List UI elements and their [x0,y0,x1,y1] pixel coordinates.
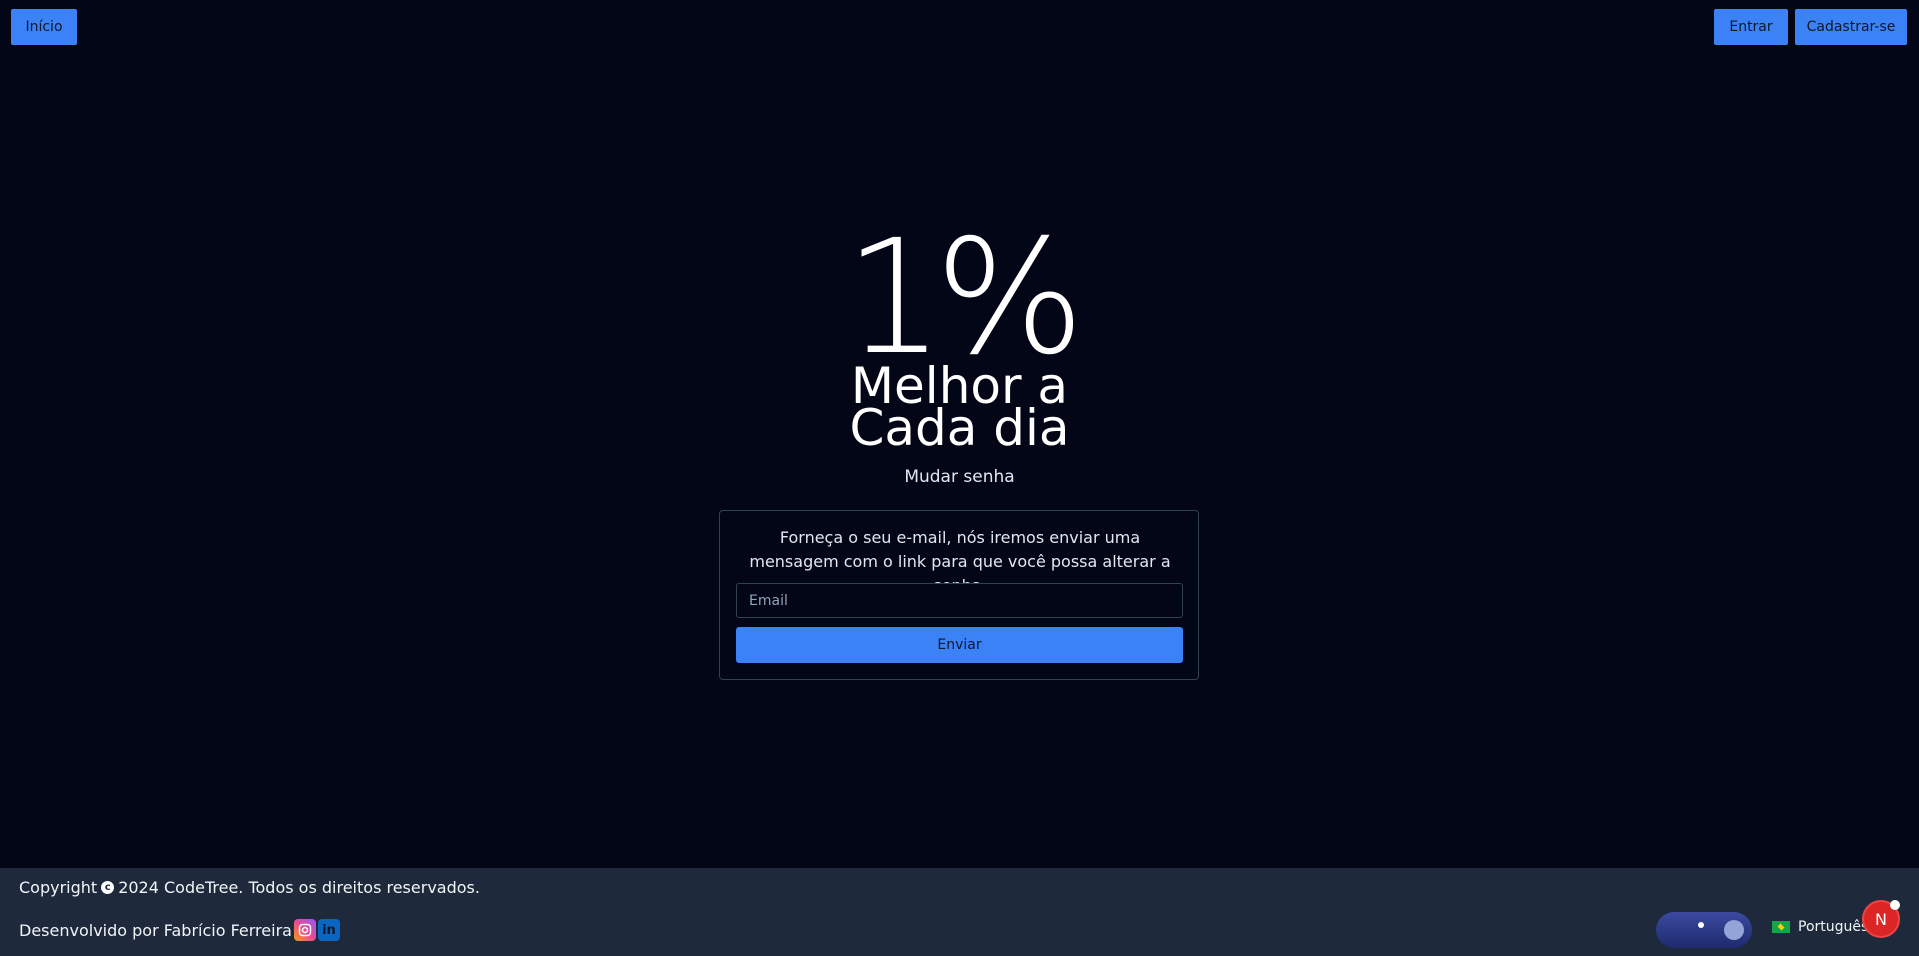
theme-toggle[interactable] [1656,912,1752,948]
linkedin-icon[interactable]: in [317,919,340,941]
reset-password-card: Forneça o seu e-mail, nós iremos enviar … [719,510,1199,680]
brazil-flag-icon [1772,921,1790,933]
copyright-text: 2024 CodeTree. Todos os direitos reserva… [118,878,480,897]
avatar-letter: N [1875,909,1887,929]
footer: Copyright c 2024 CodeTree. Todos os dire… [0,868,1919,956]
logo-percent: 1% [844,206,1085,390]
developer-line: Desenvolvido por Fabrício Ferreira in [19,919,340,941]
logo-tagline-line2: Cada dia [849,399,1070,457]
language-label: Português [1798,919,1869,935]
notification-dot [1890,900,1900,910]
signup-button[interactable]: Cadastrar-se [1795,9,1907,45]
home-button[interactable]: Início [11,9,77,45]
copyright-prefix: Copyright [19,878,98,897]
copyright-line: Copyright c 2024 CodeTree. Todos os dire… [19,878,480,897]
avatar[interactable]: N [1862,900,1900,938]
email-field[interactable] [736,583,1183,618]
login-button[interactable]: Entrar [1714,9,1788,45]
copyright-icon: c [101,881,115,894]
moon-icon [1724,920,1744,940]
instagram-icon[interactable] [293,919,316,941]
page-title: Mudar senha [904,467,1015,487]
submit-button[interactable]: Enviar [736,627,1183,663]
star-icon [1698,922,1704,928]
language-selector[interactable]: Português [1772,919,1868,935]
developer-text: Desenvolvido por Fabrício Ferreira [19,920,292,940]
